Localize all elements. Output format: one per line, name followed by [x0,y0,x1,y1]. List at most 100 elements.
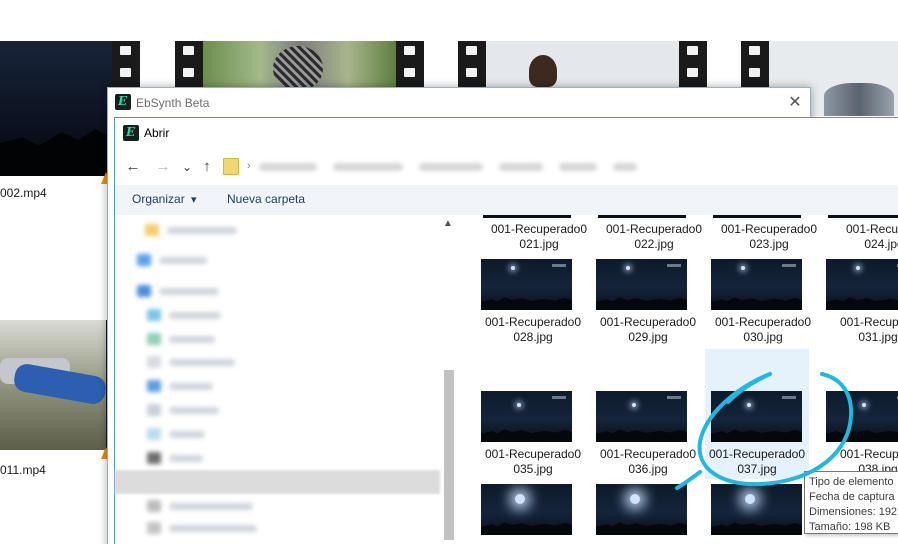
close-icon[interactable]: ✕ [786,94,804,112]
drive-icon [147,452,161,464]
ebsynth-titlebar[interactable]: E EbSynth Beta ✕ [108,88,810,118]
file-item[interactable]: 001-Recuperado0 022.jpg [595,222,707,256]
nav-pane-item[interactable] [147,332,267,346]
file-item[interactable] [592,484,704,544]
file-name: 001-Recuperado0 021.jpg [490,222,588,251]
breadcrumb-blurred[interactable] [613,163,637,171]
folder-icon [147,404,161,416]
file-item[interactable] [707,484,819,544]
file-thumbnail [481,391,572,442]
nav-pane-label [169,525,257,532]
file-name: 001-Recupera031.jpg [839,315,898,344]
folder-icon [147,309,161,321]
video-label-002[interactable]: 002.mp4 [0,186,47,200]
video-thumbnail-002[interactable] [0,41,112,176]
file-thumbnail [596,391,687,442]
file-item[interactable]: 001-Recupera038.jpg [822,349,898,479]
nav-pane-label [169,383,213,390]
file-name: 001-Recuperado0 022.jpg [605,222,703,251]
breadcrumb-blurred[interactable] [333,163,403,171]
nav-pane-label [169,312,221,319]
nav-pane-label [167,227,237,234]
video-label-011[interactable]: 011.mp4 [0,463,46,477]
folder-icon [145,224,159,236]
breadcrumb-separator: › [247,160,251,172]
up-arrow-icon[interactable]: ↑ [197,157,217,177]
nav-pane-item[interactable] [147,451,267,465]
drive-icon [147,500,161,512]
thumb-partial [828,215,898,218]
organize-label: Organizar [132,192,185,206]
file-item[interactable]: 001-Recuperado0 028.jpg [477,259,589,349]
pc-icon [137,254,151,266]
video-thumbnail-011[interactable] [0,320,106,450]
address-bar[interactable]: › [223,155,898,179]
dialog-title: Abrir [144,126,170,140]
screen: 002.mp4 011.mp4 E EbSynth Beta ✕ E Abrir… [0,0,898,544]
file-item[interactable]: 001-Recuperado0 021.jpg [480,222,592,256]
nav-pane-item[interactable] [147,355,267,369]
file-thumbnail [481,484,572,535]
breadcrumb-blurred[interactable] [259,163,317,171]
file-thumbnail [596,484,687,535]
file-item[interactable] [477,484,589,544]
file-item[interactable]: 001-Recuperado0 023.jpg [710,222,822,256]
nav-pane-item[interactable] [147,403,267,417]
tooltip-line: Fecha de captura [809,491,895,503]
file-item[interactable]: 001-Recupera024.jpg [825,222,898,256]
file-name: 001-Recuperado0 023.jpg [720,222,818,251]
nav-pane-item[interactable] [147,308,267,322]
nav-pane-selected-item[interactable] [115,470,440,494]
file-name: 001-Recupera024.jpg [845,222,898,251]
file-thumbnail [711,391,802,442]
file-name: 001-Recuperado0 035.jpg [484,447,582,476]
new-folder-button[interactable]: Nueva carpeta [227,192,305,206]
video-thumbnail-plants[interactable] [203,41,396,87]
file-item[interactable]: 001-Recuperado0 029.jpg [592,259,704,349]
thumb-partial [713,215,801,218]
file-name: 001-Recuperado0 029.jpg [599,315,697,344]
organize-button[interactable]: Organizar ▾ [132,192,197,206]
file-item[interactable]: 001-Recuperado0 036.jpg [592,349,704,479]
breadcrumb-blurred[interactable] [419,163,483,171]
folder-icon [147,380,161,392]
nav-pane-label [159,257,207,264]
nav-pane-item[interactable] [137,284,257,298]
folder-icon [147,428,161,440]
thumb-partial [598,215,686,218]
back-arrow-icon[interactable]: ← [123,157,143,177]
file-item[interactable]: 001-Recuperado0 030.jpg [707,259,819,349]
nav-pane-item[interactable] [147,427,267,441]
navigation-bar: ← → ⌄ ↑ › [115,151,898,181]
nav-pane-item[interactable] [147,499,267,513]
video-thumbnail-person[interactable] [486,41,679,87]
navigation-pane [115,215,455,544]
cloud-icon [137,285,151,297]
dialog-titlebar[interactable]: E Abrir [115,118,898,149]
file-thumbnail [826,391,898,442]
drive-icon [147,522,161,534]
breadcrumb-blurred[interactable] [559,163,597,171]
file-item-selected[interactable]: 001-Recuperado0 037.jpg [705,349,809,479]
file-item[interactable]: 001-Recuperado0 035.jpg [477,349,589,479]
scroll-up-arrow-icon[interactable]: ▲ [443,218,453,229]
open-file-dialog: E Abrir ← → ⌄ ↑ › Organizar ▾ Nueva carp… [114,117,898,544]
file-thumbnail [711,259,802,310]
ebsynth-logo-icon: E [123,125,139,141]
tooltip-line: Tipo de elemento [809,476,894,488]
nav-pane-label [159,288,219,295]
nav-pane-scroll-thumb[interactable] [444,370,454,540]
command-bar: Organizar ▾ Nueva carpeta [115,185,898,215]
nav-pane-item[interactable] [145,223,265,237]
breadcrumb-blurred[interactable] [499,163,543,171]
file-name: 001-Recuperado0 028.jpg [484,315,582,344]
nav-pane-item[interactable] [137,253,257,267]
file-item[interactable]: 001-Recupera031.jpg [822,259,898,349]
nav-pane-item[interactable] [147,521,267,535]
file-tooltip: Tipo de elemento Fecha de captura Dimens… [804,471,898,534]
file-name: 001-Recuperado0 037.jpg [708,447,806,476]
nav-pane-item[interactable] [147,379,267,393]
recent-locations-chevron-icon[interactable]: ⌄ [177,157,197,177]
file-name: 001-Recuperado0 030.jpg [714,315,812,344]
forward-arrow-icon[interactable]: → [153,157,173,177]
